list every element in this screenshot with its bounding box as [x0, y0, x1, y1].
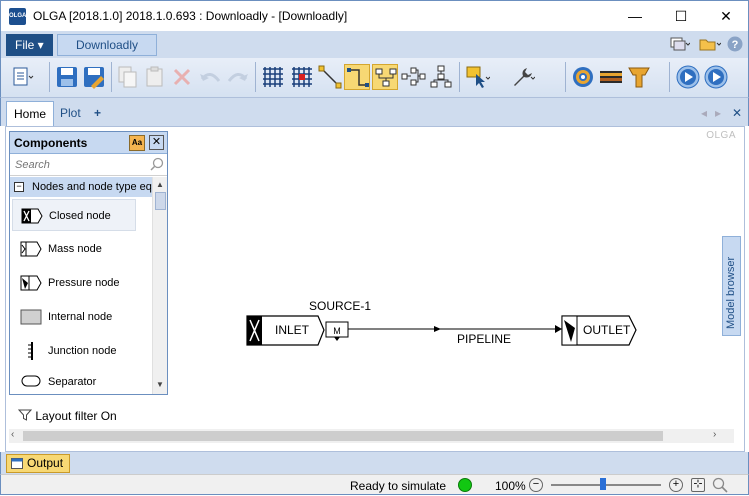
scroll-left-icon[interactable]: ‹ — [11, 429, 14, 440]
scroll-thumb[interactable] — [23, 431, 663, 441]
search-input[interactable] — [10, 154, 150, 175]
junction-node-icon — [20, 342, 42, 360]
component-junction-node[interactable]: Junction node — [12, 335, 136, 367]
mass-node-icon — [20, 240, 42, 258]
internal-node-icon — [20, 308, 42, 326]
component-label: Mass node — [48, 243, 102, 255]
zoom-level: 100% — [495, 479, 526, 493]
status-ready-indicator — [458, 478, 472, 492]
component-label: Junction node — [48, 345, 117, 357]
component-pressure-node[interactable]: Pressure node — [12, 267, 136, 299]
pipeline-connector[interactable] — [348, 325, 562, 333]
outlet-label: OUTLET — [583, 323, 631, 337]
zoom-in-button[interactable]: + — [669, 478, 683, 492]
component-closed-node[interactable]: Closed node — [12, 199, 136, 231]
components-search — [10, 154, 167, 176]
output-bar: Output — [0, 452, 749, 474]
layout-filter[interactable]: Layout filter On — [17, 409, 117, 423]
model-browser-tab[interactable]: Model browser — [722, 236, 741, 336]
components-header: Components Aa ✕ — [10, 132, 167, 154]
scroll-thumb[interactable] — [155, 192, 166, 210]
separator-icon — [20, 374, 42, 392]
model-browser-label: Model browser — [725, 256, 737, 329]
inlet-label: INLET — [275, 323, 310, 337]
filter-icon — [17, 409, 33, 421]
source-node[interactable]: M — [325, 321, 349, 341]
group-label: Nodes and node type eq — [32, 181, 152, 193]
component-label: Closed node — [49, 210, 111, 222]
zoom-out-button[interactable]: − — [529, 478, 543, 492]
component-label: Pressure node — [48, 277, 120, 289]
components-scrollbar[interactable]: ▲ ▼ — [152, 177, 167, 394]
components-title: Components — [14, 136, 88, 150]
zoom-magnifier-icon[interactable] — [712, 477, 728, 496]
canvas-horizontal-scrollbar[interactable]: ‹ › — [9, 429, 734, 443]
collapse-icon[interactable]: − — [14, 182, 24, 192]
component-internal-node[interactable]: Internal node — [12, 301, 136, 333]
output-icon — [11, 458, 23, 469]
component-separator[interactable]: Separator — [12, 369, 136, 393]
status-bar: Ready to simulate 100% − + ⊹ — [0, 474, 749, 495]
zoom-slider[interactable] — [551, 484, 661, 486]
pressure-node-icon — [20, 274, 42, 292]
status-text: Ready to simulate — [350, 479, 447, 493]
closed-node-icon — [21, 207, 43, 225]
component-label: Separator — [48, 376, 97, 388]
component-mass-node[interactable]: Mass node — [12, 233, 136, 265]
output-tab[interactable]: Output — [6, 454, 70, 473]
scroll-right-icon[interactable]: › — [713, 429, 716, 440]
component-label: Internal node — [48, 311, 113, 323]
group-nodes-header[interactable]: − Nodes and node type eq — [10, 177, 152, 197]
close-panel-button[interactable]: ✕ — [149, 135, 164, 150]
search-icon[interactable] — [150, 157, 164, 171]
source-mark: M — [333, 326, 341, 336]
output-label: Output — [27, 456, 64, 470]
scroll-down-icon[interactable]: ▼ — [156, 380, 164, 389]
components-panel: Components Aa ✕ − Nodes and node type eq… — [9, 131, 168, 395]
pipeline-label: PIPELINE — [457, 332, 511, 346]
scroll-up-icon[interactable]: ▲ — [156, 180, 164, 189]
fit-to-window-button[interactable]: ⊹ — [691, 478, 705, 492]
layout-filter-label: Layout filter On — [35, 409, 117, 423]
zoom-slider-thumb[interactable] — [599, 478, 606, 490]
source-label: SOURCE-1 — [309, 299, 371, 313]
font-size-icon[interactable]: Aa — [129, 135, 145, 151]
